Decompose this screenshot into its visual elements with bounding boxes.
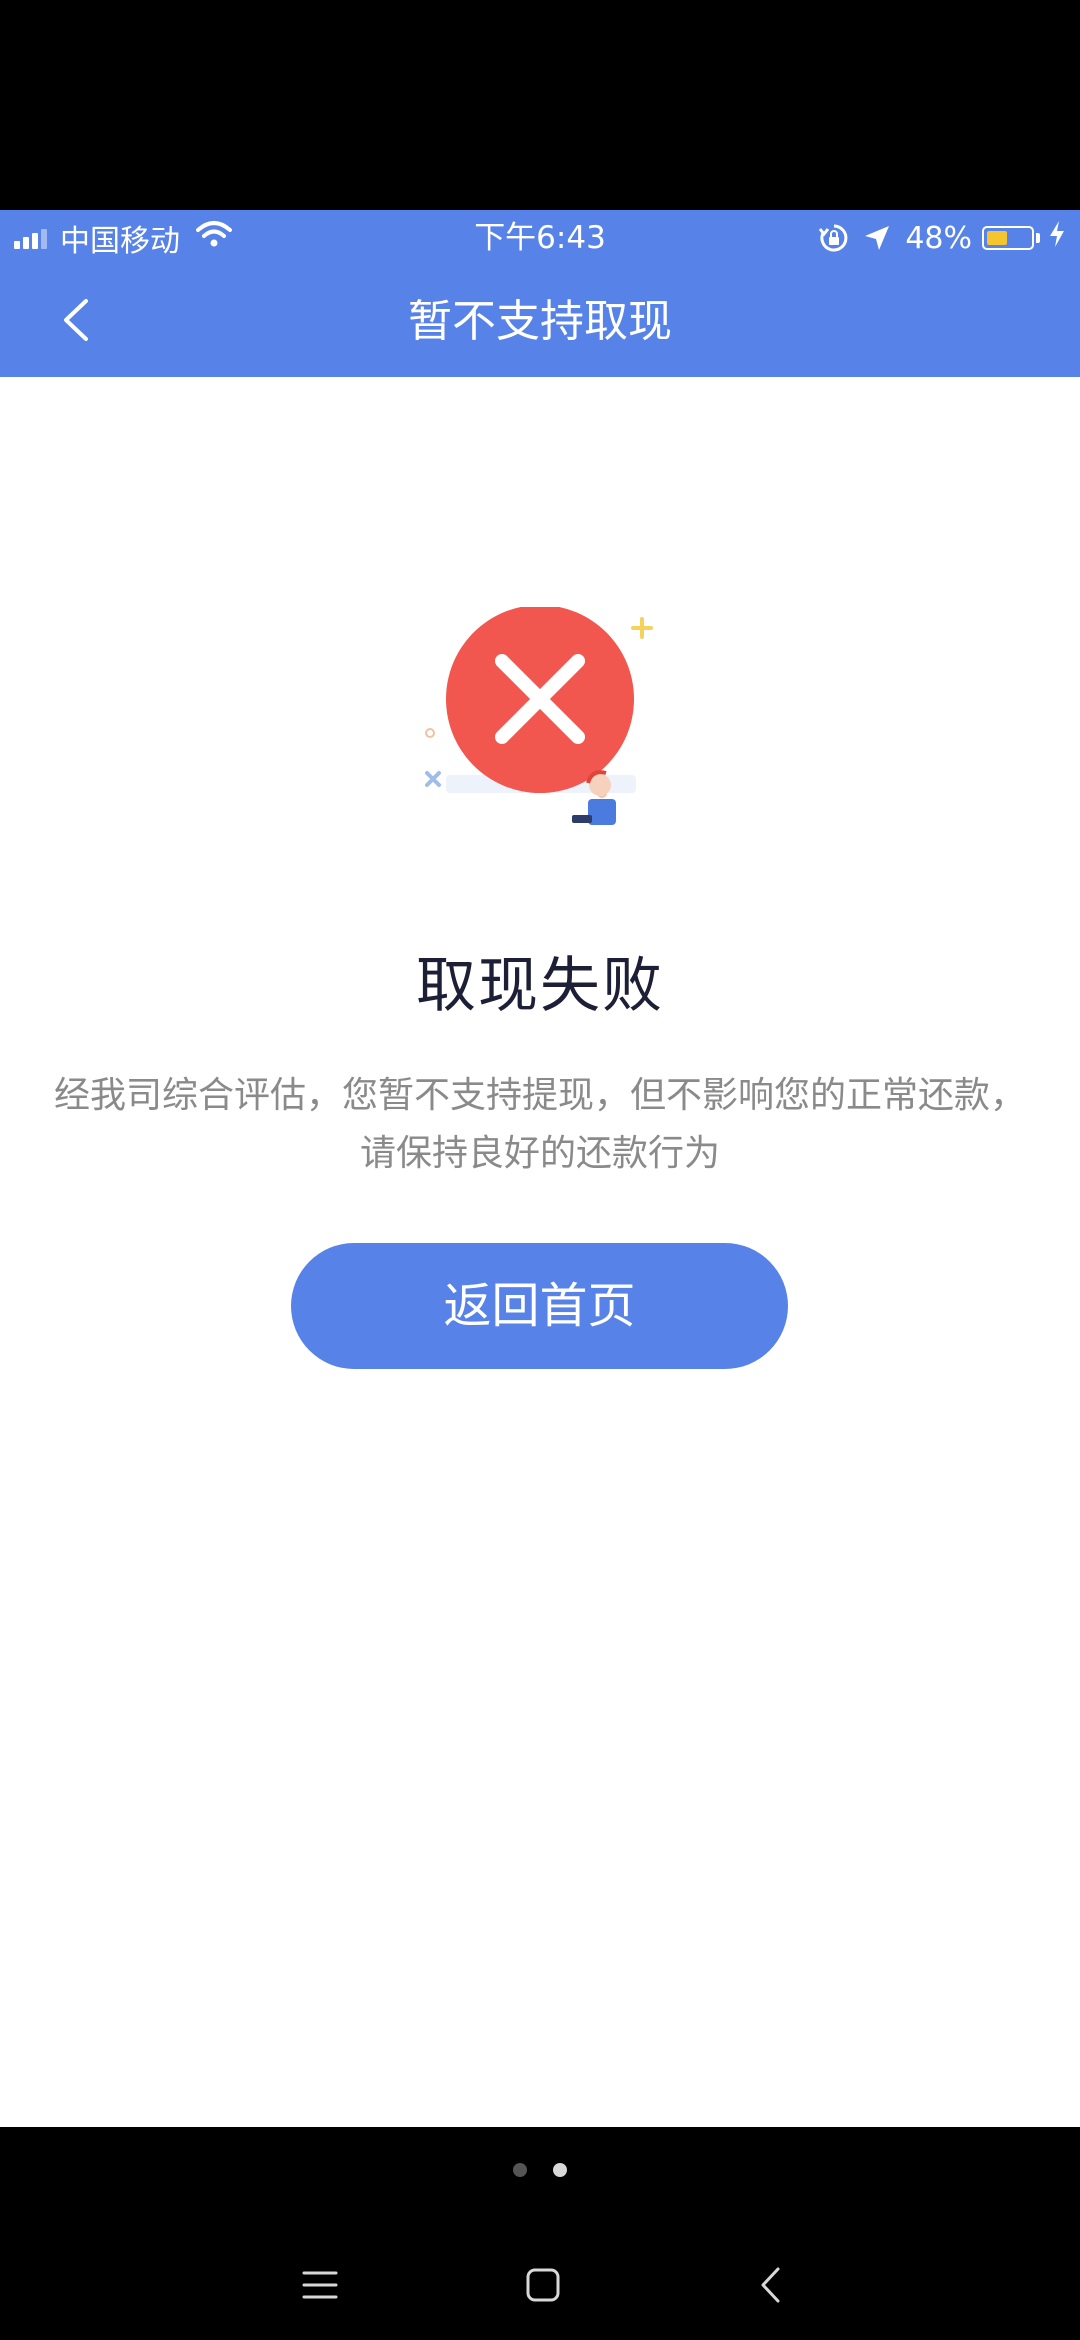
result-description: 经我司综合评估，您暂不支持提现，但不影响您的正常还款， 请保持良好的还款行为 xyxy=(0,1067,1080,1183)
location-arrow-icon xyxy=(863,224,891,252)
page-indicator xyxy=(0,2163,1080,2177)
battery-icon xyxy=(982,226,1040,250)
battery-percent: 48% xyxy=(905,220,972,256)
status-bar: 中国移动 下午6:43 48% xyxy=(0,210,1080,267)
return-home-button[interactable]: 返回首页 xyxy=(291,1243,788,1369)
result-title: 取现失败 xyxy=(416,951,664,1021)
system-nav-buttons xyxy=(0,2247,1080,2327)
result-description-line2: 请保持良好的还款行为 xyxy=(359,1133,720,1174)
page-title: 暂不支持取现 xyxy=(408,296,672,347)
charging-bolt-icon xyxy=(1048,220,1066,256)
home-system-button[interactable] xyxy=(503,2247,583,2327)
menu-icon xyxy=(302,2270,338,2304)
result-description-line1: 经我司综合评估，您暂不支持提现，但不影响您的正常还款， xyxy=(53,1075,1026,1116)
page-dot-active xyxy=(553,2163,567,2177)
rotation-lock-icon xyxy=(819,223,849,253)
top-black-area xyxy=(0,0,1080,210)
status-right: 48% xyxy=(819,218,1066,258)
back-system-button[interactable] xyxy=(730,2247,810,2327)
page-dot xyxy=(513,2163,527,2177)
system-nav-bar xyxy=(0,2127,1080,2340)
main-content: 取现失败 经我司综合评估，您暂不支持提现，但不影响您的正常还款， 请保持良好的还… xyxy=(0,377,1080,2127)
recent-apps-button[interactable] xyxy=(280,2247,360,2327)
home-square-icon xyxy=(525,2267,561,2307)
error-illustration xyxy=(410,605,670,837)
nav-bar: 暂不支持取现 xyxy=(0,267,1080,377)
back-chevron-icon xyxy=(758,2266,782,2308)
